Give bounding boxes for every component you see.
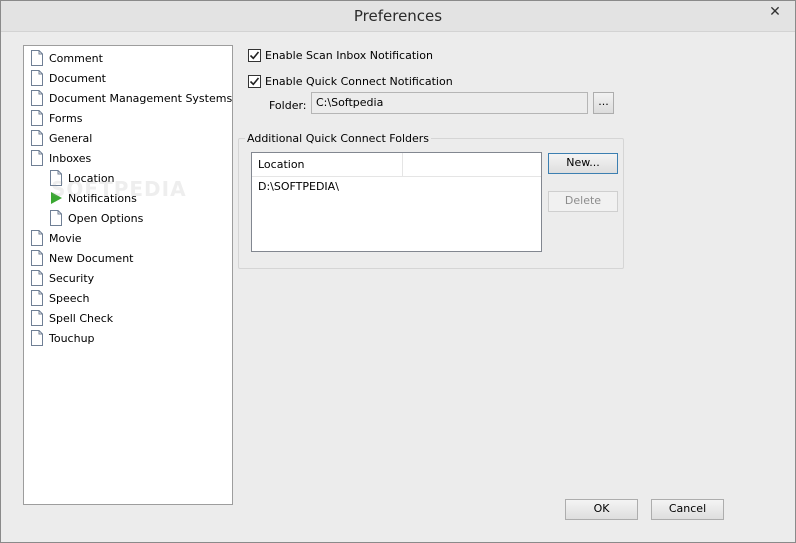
document-icon [31, 110, 43, 126]
document-icon [31, 70, 43, 86]
document-icon [31, 270, 43, 286]
new-folder-button[interactable]: New... [548, 153, 618, 174]
document-icon [31, 150, 43, 166]
tree-item-label: Comment [49, 51, 103, 65]
scan-inbox-label: Enable Scan Inbox Notification [265, 49, 433, 62]
browse-folder-button[interactable]: ... [593, 92, 614, 114]
tree-item-label: General [49, 131, 93, 145]
quick-connect-checkbox[interactable] [248, 75, 261, 88]
quick-connect-checkbox-row[interactable]: Enable Quick Connect Notification [248, 75, 453, 88]
tree-item-comment[interactable]: Comment [30, 48, 103, 68]
tree-item-label: Security [49, 271, 95, 285]
scan-inbox-checkbox-row[interactable]: Enable Scan Inbox Notification [248, 49, 433, 62]
tree-item-label: Forms [49, 111, 83, 125]
folders-list[interactable]: Location D:\SOFTPEDIA\ [251, 152, 542, 252]
tree-item-forms[interactable]: Forms [30, 108, 82, 128]
scan-inbox-checkbox[interactable] [248, 49, 261, 62]
list-item[interactable]: D:\SOFTPEDIA\ [258, 180, 339, 193]
document-icon [31, 330, 43, 346]
quick-connect-label: Enable Quick Connect Notification [265, 75, 453, 88]
document-icon [31, 130, 43, 146]
tree-item-document[interactable]: Document [30, 68, 106, 88]
close-icon[interactable]: ✕ [759, 2, 791, 22]
tree-item-notifications[interactable]: Notifications [49, 188, 137, 208]
checkmark-icon [249, 77, 260, 86]
title-bar: Preferences ✕ [1, 1, 795, 32]
tree-item-label: Inboxes [49, 151, 92, 165]
selected-arrow-icon [51, 192, 62, 204]
document-icon [31, 310, 43, 326]
column-header-empty[interactable] [403, 153, 543, 177]
tree-item-label: Location [68, 171, 115, 185]
column-header-location[interactable]: Location [252, 153, 403, 177]
preferences-category-tree[interactable]: Comment Document Document Management Syste… [23, 45, 233, 505]
tree-item-inboxes[interactable]: Inboxes [30, 148, 91, 168]
checkmark-icon [249, 51, 260, 60]
tree-item-movie[interactable]: Movie [30, 228, 82, 248]
tree-item-label: Speech [49, 291, 90, 305]
tree-item-speech[interactable]: Speech [30, 288, 90, 308]
preferences-window: Preferences ✕ Comment Document Document Ma… [0, 0, 796, 543]
delete-folder-button[interactable]: Delete [548, 191, 618, 212]
document-icon [31, 290, 43, 306]
tree-item-label: Document [49, 71, 106, 85]
document-icon [31, 250, 43, 266]
additional-folders-group-label: Additional Quick Connect Folders [245, 132, 432, 145]
tree-item-general[interactable]: General [30, 128, 92, 148]
tree-item-label: Document Management Systems [49, 91, 233, 105]
document-icon [31, 90, 43, 106]
tree-item-touchup[interactable]: Touchup [30, 328, 95, 348]
cancel-button[interactable]: Cancel [651, 499, 724, 520]
folder-field[interactable]: C:\Softpedia [311, 92, 588, 114]
document-icon [50, 170, 62, 186]
tree-item-security[interactable]: Security [30, 268, 94, 288]
tree-item-document-management-systems[interactable]: Document Management Systems [30, 88, 232, 108]
tree-item-open-options[interactable]: Open Options [49, 208, 143, 228]
document-icon [31, 230, 43, 246]
list-header: Location [252, 153, 541, 177]
tree-item-label: New Document [49, 251, 134, 265]
document-icon [31, 50, 43, 66]
document-icon [50, 210, 62, 226]
window-title: Preferences [353, 7, 443, 25]
tree-item-location[interactable]: Location [49, 168, 115, 188]
ok-button[interactable]: OK [565, 499, 638, 520]
tree-item-label: Notifications [68, 191, 137, 205]
tree-item-label: Movie [49, 231, 82, 245]
tree-item-label: Open Options [68, 211, 144, 225]
tree-item-spell-check[interactable]: Spell Check [30, 308, 113, 328]
tree-item-label: Touchup [49, 331, 95, 345]
tree-item-new-document[interactable]: New Document [30, 248, 133, 268]
tree-item-label: Spell Check [49, 311, 114, 325]
folder-label: Folder: [269, 99, 307, 112]
